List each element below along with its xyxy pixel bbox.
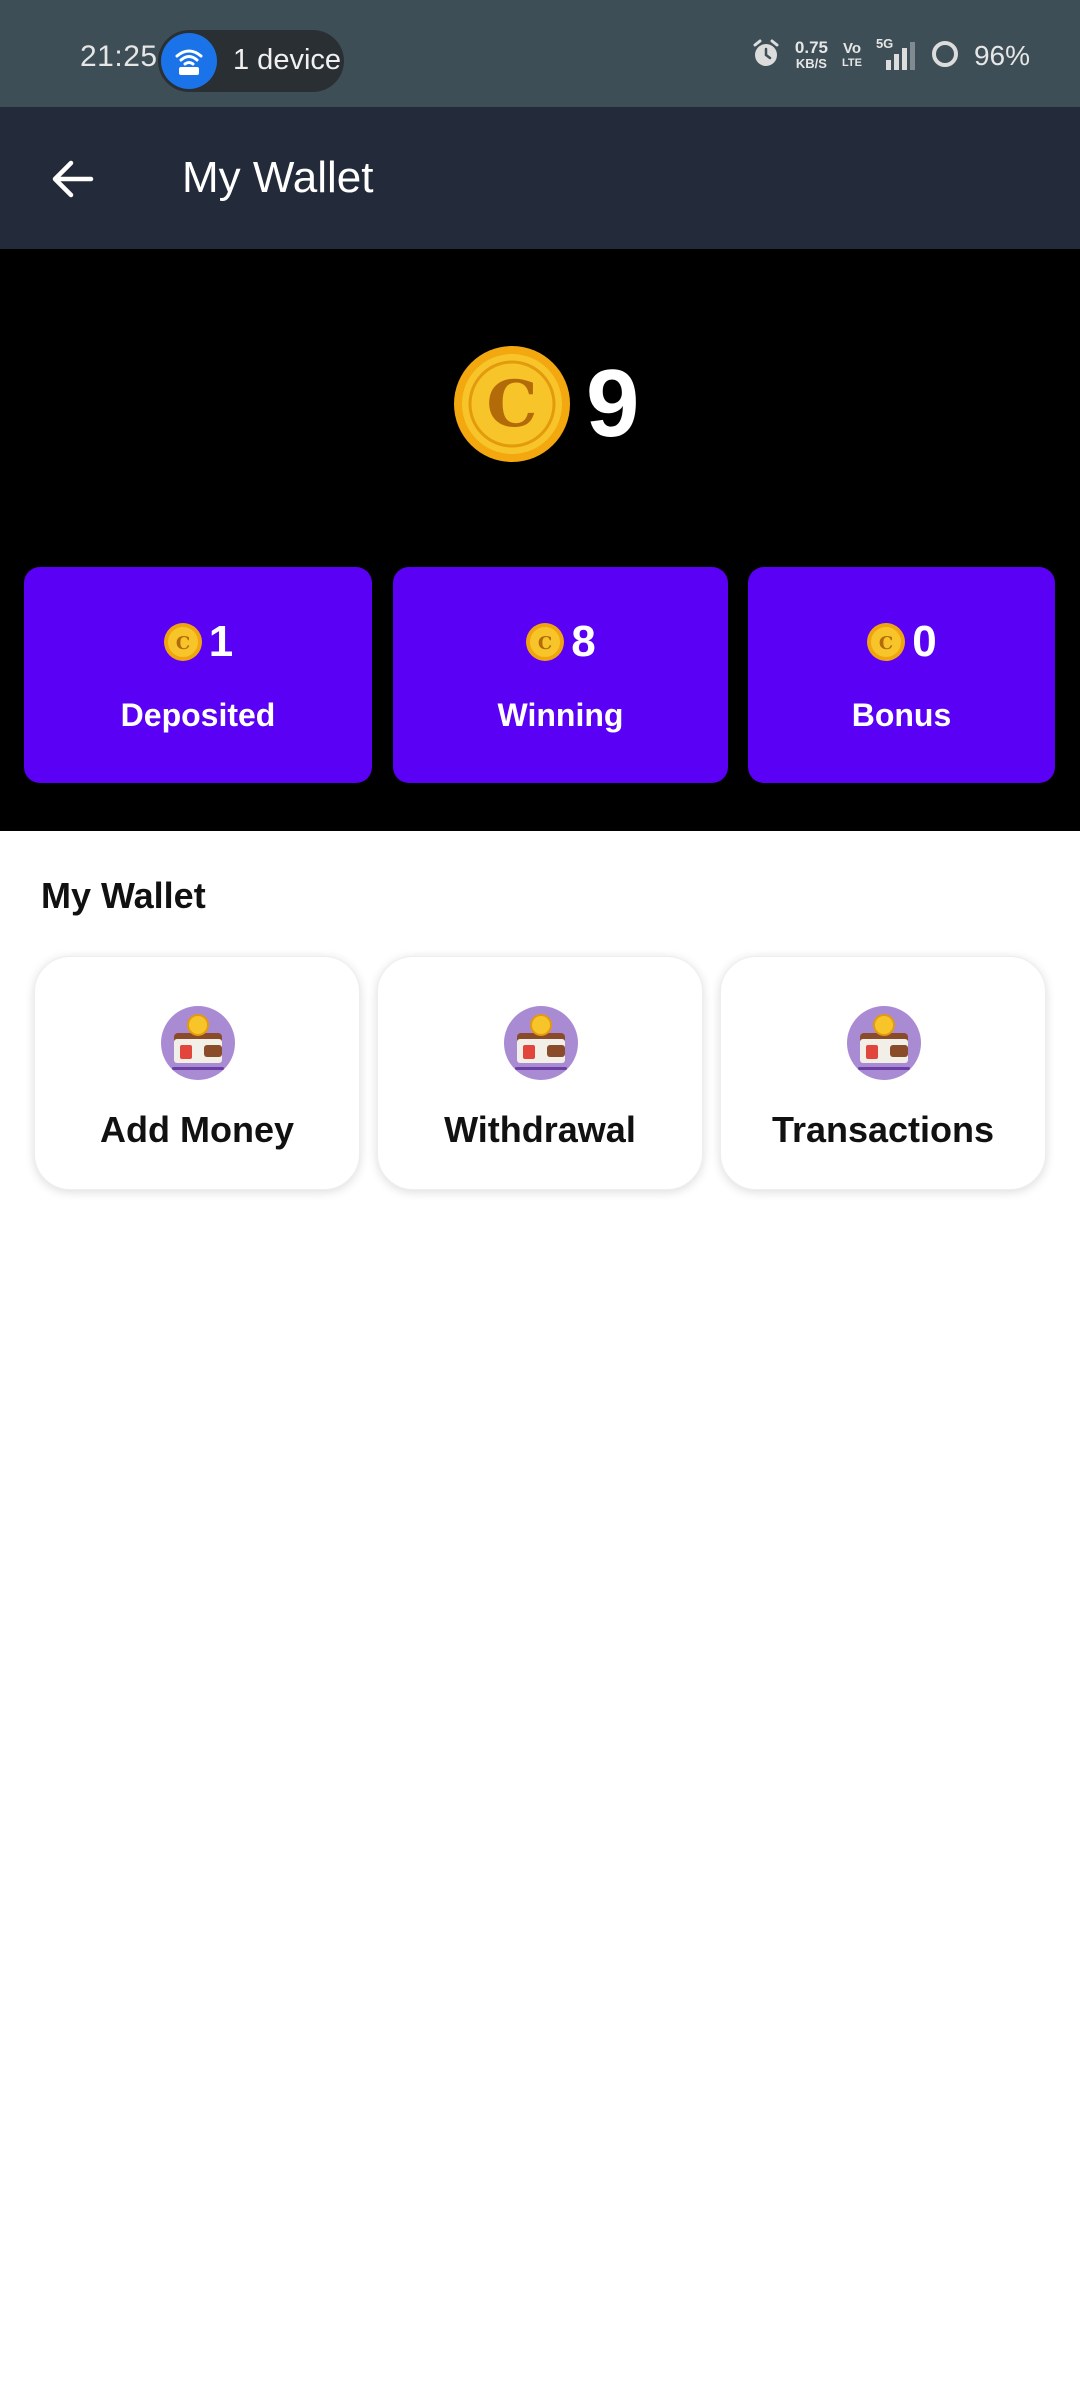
deposited-value: 1 [208,617,234,666]
section-title: My Wallet [41,875,206,916]
deposited-card[interactable]: C 1 Deposited [24,567,372,783]
add-money-button[interactable]: Add Money [34,956,360,1190]
status-time: 21:25 [80,40,158,73]
wallet-icon [161,1006,235,1080]
arrow-left-icon [52,160,94,198]
svg-text:C: C [176,633,190,654]
page-title: My Wallet [182,153,374,202]
signal-icon: 5G [876,36,916,72]
hotspot-icon [161,33,217,89]
winning-card[interactable]: C 8 Winning [393,567,728,783]
status-icons: 0.75 KB/S Vo LTE 5G 96% [751,36,1030,76]
transactions-button[interactable]: Transactions [720,956,1046,1190]
app-bar: My Wallet [0,107,1080,249]
alarm-icon [751,39,781,74]
coin-icon: C [454,346,570,462]
total-amount: 9 [586,350,640,457]
volte-indicator: Vo LTE [841,40,862,69]
bonus-value: 0 [912,617,937,666]
coin-icon: C [163,623,202,661]
hotspot-indicator[interactable]: 1 device [158,30,344,92]
network-speed: 0.75 KB/S [794,38,828,71]
transactions-label: Transactions [771,1109,995,1150]
add-money-label: Add Money [100,1109,294,1150]
bonus-card[interactable]: C 0 Bonus [748,567,1055,783]
bonus-label: Bonus [851,697,952,733]
svg-text:C: C [879,633,893,654]
back-button[interactable] [36,147,108,211]
battery-level: 96% [973,40,1030,71]
svg-text:C: C [538,633,552,654]
battery-icon [930,39,960,74]
winning-label: Winning [497,697,624,733]
total-balance: C 9 [452,344,639,464]
balance-section: C 9 C 1 Deposited C 8 Winning C 0 Bonus [0,249,1080,831]
coin-icon: C [867,623,906,661]
winning-value: 8 [571,617,596,666]
withdrawal-button[interactable]: Withdrawal [377,956,703,1190]
wallet-icon [847,1006,921,1080]
status-bar: 21:25 1 device 0.75 KB/S Vo LTE 5G 96% [0,0,1080,107]
withdrawal-label: Withdrawal [444,1109,636,1150]
svg-text:C: C [487,367,538,442]
hotspot-label: 1 device [233,44,342,76]
coin-icon: C [526,623,565,661]
deposited-label: Deposited [120,697,276,733]
wallet-icon [504,1006,578,1080]
